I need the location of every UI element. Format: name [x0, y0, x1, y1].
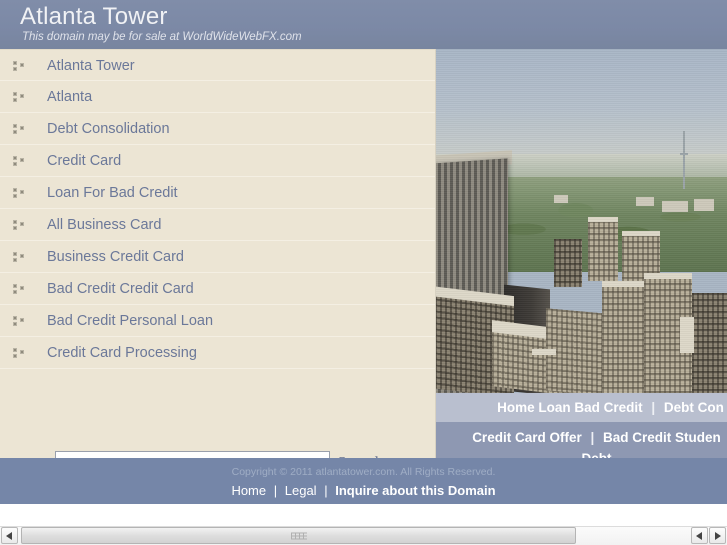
keyword-link-label[interactable]: All Business Card — [47, 209, 161, 241]
keyword-link-row[interactable]: All Business Card — [0, 209, 435, 241]
keyword-link-label[interactable]: Business Credit Card — [47, 241, 184, 273]
photo-building — [692, 293, 727, 393]
arrow-left-icon — [696, 532, 702, 540]
photo-roof — [588, 217, 618, 222]
scrollbar-grip-icon — [290, 532, 307, 539]
keyword-link-row[interactable]: Credit Card Processing — [0, 337, 435, 369]
keyword-link-row[interactable]: Business Credit Card — [0, 241, 435, 273]
keyword-link-label[interactable]: Bad Credit Credit Card — [47, 273, 194, 305]
photo-far-building — [554, 195, 568, 203]
photo-far-building — [636, 197, 654, 206]
keyword-link-row[interactable]: Bad Credit Credit Card — [0, 273, 435, 305]
footer-separator: | — [273, 483, 278, 498]
footer-separator: | — [324, 483, 328, 498]
photo-far-building — [662, 201, 688, 212]
site-tagline: This domain may be for sale at WorldWide… — [22, 31, 302, 43]
scroll-left-button-secondary[interactable] — [691, 527, 708, 544]
keyword-link-row[interactable]: Loan For Bad Credit — [0, 177, 435, 209]
photo-roof — [680, 317, 694, 353]
bullet-squares-icon — [13, 348, 25, 359]
bullet-squares-icon — [13, 188, 25, 199]
page-viewport: Atlanta Tower This domain may be for sal… — [0, 0, 727, 504]
site-header: Atlanta Tower This domain may be for sal… — [0, 0, 727, 49]
bullet-squares-icon — [13, 220, 25, 231]
keyword-link-label[interactable]: Bad Credit Personal Loan — [47, 305, 213, 337]
keyword-link-label[interactable]: Atlanta Tower — [47, 50, 135, 82]
atlanta-skyline-aerial-photo — [436, 49, 727, 393]
footer-link-home[interactable]: Home — [231, 483, 266, 498]
photo-roof — [602, 281, 646, 287]
overlay-separator: | — [651, 400, 656, 415]
bullet-squares-icon — [13, 61, 25, 72]
footer-nav: Home | Legal | Inquire about this Domain — [0, 482, 727, 500]
overlay-link-home-loan-bad-credit[interactable]: Home Loan Bad Credit — [497, 400, 643, 415]
keyword-link-label[interactable]: Debt Consolidation — [47, 113, 170, 145]
bullet-squares-icon — [13, 124, 25, 135]
overlay-link-bad-credit-student-debt[interactable]: Bad Credit Studen — [603, 430, 721, 445]
keyword-link-row[interactable]: Debt Consolidation — [0, 113, 435, 145]
overlay-link-debt-consolidation[interactable]: Debt Con — [664, 400, 724, 415]
photo-roof — [532, 349, 556, 355]
site-title: Atlanta Tower — [20, 3, 168, 30]
keyword-link-label[interactable]: Credit Card Processing — [47, 337, 197, 369]
keyword-link-panel: Atlanta Tower Atlanta Debt Consolidation… — [0, 49, 436, 475]
keyword-link-row[interactable]: Atlanta — [0, 81, 435, 113]
keyword-link-label[interactable]: Credit Card — [47, 145, 121, 177]
photo-tv-tower — [680, 131, 688, 189]
photo-roof — [644, 273, 692, 279]
keyword-link-label[interactable]: Atlanta — [47, 81, 92, 113]
copyright-text: Copyright © 2011 atlantatower.com. All R… — [231, 466, 496, 478]
arrow-left-icon — [6, 532, 12, 540]
photo-building — [602, 285, 646, 393]
bullet-squares-icon — [13, 284, 25, 295]
keyword-link-row[interactable]: Atlanta Tower — [0, 49, 435, 81]
photo-building — [588, 221, 618, 281]
overlay-separator: | — [590, 430, 595, 445]
browser-page: Atlanta Tower This domain may be for sal… — [0, 0, 727, 545]
scroll-right-button[interactable] — [709, 527, 726, 544]
photo-roof — [622, 231, 660, 236]
keyword-link-row[interactable]: Credit Card — [0, 145, 435, 177]
keyword-link-label[interactable]: Loan For Bad Credit — [47, 177, 178, 209]
photo-far-building — [694, 199, 714, 211]
bullet-squares-icon — [13, 252, 25, 263]
bullet-squares-icon — [13, 92, 25, 103]
overlay-link-bar-top: Home Loan Bad Credit | Debt Con — [436, 393, 727, 422]
keyword-link-row[interactable]: Bad Credit Personal Loan — [0, 305, 435, 337]
overlay-link-credit-card-offer[interactable]: Credit Card Offer — [472, 430, 582, 445]
site-footer: Copyright © 2011 atlantatower.com. All R… — [0, 458, 727, 504]
scroll-left-button[interactable] — [1, 527, 18, 544]
photo-building — [554, 239, 582, 287]
bullet-squares-icon — [13, 156, 25, 167]
arrow-right-icon — [715, 532, 721, 540]
footer-link-legal[interactable]: Legal — [285, 483, 317, 498]
footer-link-inquire-about-domain[interactable]: Inquire about this Domain — [335, 483, 495, 498]
horizontal-scrollbar — [0, 504, 727, 545]
scrollbar-thumb[interactable] — [21, 527, 576, 544]
bullet-squares-icon — [13, 316, 25, 327]
